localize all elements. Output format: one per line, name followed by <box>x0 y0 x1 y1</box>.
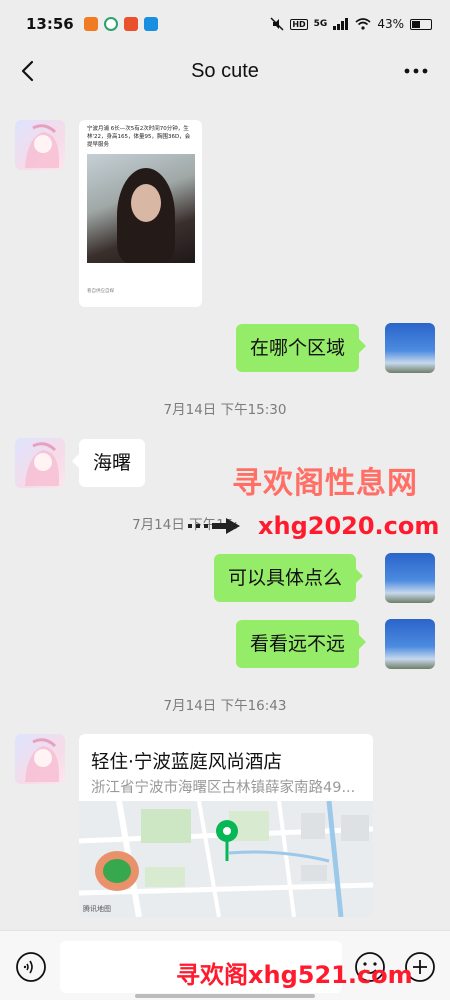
back-arrow-icon[interactable] <box>14 56 44 86</box>
message-text: 在哪个区域 <box>250 336 346 359</box>
map-credit: 腾讯地图 <box>83 905 111 913</box>
chat-header: So cute <box>0 48 450 94</box>
contact-avatar[interactable] <box>15 120 65 170</box>
location-address: 浙江省宁波市海曙区古林镇薛家南路49... <box>91 780 356 796</box>
timestamp: 7月14日 下午15:30 <box>163 402 287 418</box>
my-avatar[interactable] <box>385 553 435 603</box>
voice-input-icon[interactable] <box>15 951 47 983</box>
status-app-icons <box>83 17 158 31</box>
app-notification-icon <box>83 17 98 31</box>
card-description: 宁波月浦 6长—次5有2次时间70分钟，生林'22，身高165，体量95，胸围3… <box>87 126 191 148</box>
sent-message-bubble[interactable]: 在哪个区域 <box>236 324 367 372</box>
status-time: 13:56 <box>26 15 74 33</box>
browser-notification-icon <box>103 17 118 31</box>
mute-icon <box>270 17 284 31</box>
shop-notification-icon <box>123 17 138 31</box>
sent-message-bubble[interactable]: 可以具体点么 <box>214 554 364 602</box>
chat-title: So cute <box>191 59 259 82</box>
status-right: HD 5G 43% <box>270 17 432 31</box>
battery-percent: 43% <box>377 17 404 31</box>
contact-avatar[interactable] <box>15 734 65 784</box>
my-avatar[interactable] <box>385 323 435 373</box>
message-text: 海曙 <box>93 451 132 474</box>
qq-notification-icon <box>143 17 158 31</box>
received-message-bubble[interactable]: 海曙 <box>71 439 146 487</box>
more-options-icon[interactable] <box>402 58 430 84</box>
anime-girl-avatar-art <box>25 738 59 782</box>
sent-message-bubble[interactable]: 看看远不远 <box>236 620 367 668</box>
my-avatar[interactable] <box>385 619 435 669</box>
wifi-icon <box>355 18 371 30</box>
watermark-bottom: 寻欢阁xhg521.com <box>176 961 413 989</box>
location-message-card[interactable]: 轻住·宁波蓝庭风尚酒店 浙江省宁波市海曙区古林镇薛家南路49... 腾讯地图 <box>79 734 373 917</box>
shared-screenshot-card[interactable]: 宁波月浦 6长—次5有2次时间70分钟，生林'22，身高165，体量95，胸围3… <box>79 120 202 307</box>
hd-icon: HD <box>290 18 308 30</box>
card-photo <box>87 154 195 263</box>
battery-icon <box>410 18 432 30</box>
location-name: 轻住·宁波蓝庭风尚酒店 <box>91 752 282 773</box>
message-text: 可以具体点么 <box>228 566 343 589</box>
status-bar: 13:56 HD 5G 43% <box>0 0 450 48</box>
timestamp: 7月14日 下午16:43 <box>163 698 287 714</box>
watermark-arrow-icon <box>188 518 240 534</box>
card-footer: 看自供应自媒 <box>87 289 114 294</box>
anime-girl-avatar-art <box>25 442 59 486</box>
anime-girl-avatar-art <box>25 124 59 168</box>
signal-icon <box>333 18 349 30</box>
contact-avatar[interactable] <box>15 438 65 488</box>
location-pin-icon <box>216 820 238 861</box>
home-indicator[interactable] <box>135 994 315 998</box>
watermark-url: xhg2020.com <box>258 512 440 540</box>
network-label: 5G <box>313 19 328 29</box>
watermark-site-name: 寻欢阁性息网 <box>232 466 418 501</box>
location-map: 腾讯地图 <box>79 801 373 917</box>
photo-face <box>131 184 161 222</box>
message-text: 看看远不远 <box>250 632 346 655</box>
